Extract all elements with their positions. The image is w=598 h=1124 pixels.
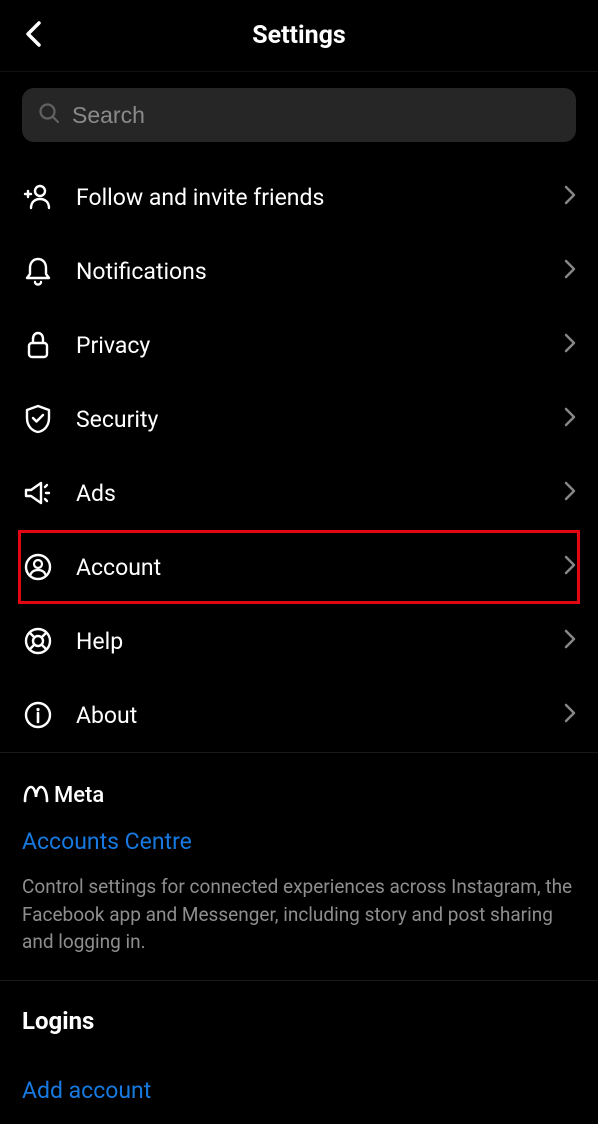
search-wrap	[0, 72, 598, 160]
search-input[interactable]	[72, 102, 560, 129]
search-box[interactable]	[22, 88, 576, 142]
chevron-right-icon	[564, 481, 576, 505]
lifebuoy-icon	[22, 626, 54, 656]
chevron-right-icon	[564, 185, 576, 209]
chevron-right-icon	[564, 703, 576, 727]
info-icon	[22, 700, 54, 730]
menu-label: Privacy	[76, 332, 564, 359]
menu-item-ads[interactable]: Ads	[0, 456, 598, 530]
menu-item-about[interactable]: About	[0, 678, 598, 752]
back-button[interactable]	[14, 16, 54, 56]
add-account-link[interactable]: Add account	[22, 1077, 576, 1104]
chevron-left-icon	[24, 20, 44, 52]
meta-brand-text: Meta	[54, 783, 104, 808]
chevron-right-icon	[564, 259, 576, 283]
menu-label: Account	[76, 554, 564, 581]
chevron-right-icon	[564, 407, 576, 431]
add-person-icon	[22, 182, 54, 212]
menu-label: Notifications	[76, 258, 564, 285]
menu-item-notifications[interactable]: Notifications	[0, 234, 598, 308]
bell-icon	[22, 256, 54, 286]
menu-label: Ads	[76, 480, 564, 507]
meta-logo: Meta	[22, 783, 576, 808]
menu-label: Help	[76, 628, 564, 655]
search-icon	[38, 102, 60, 128]
menu-item-help[interactable]: Help	[0, 604, 598, 678]
menu-item-account[interactable]: Account	[22, 533, 576, 601]
menu-item-security[interactable]: Security	[0, 382, 598, 456]
megaphone-icon	[22, 479, 54, 507]
chevron-right-icon	[564, 629, 576, 653]
chevron-right-icon	[564, 555, 576, 579]
accounts-centre-link[interactable]: Accounts Centre	[22, 828, 576, 855]
menu-label: About	[76, 702, 564, 729]
account-icon	[22, 552, 54, 582]
shield-check-icon	[22, 404, 54, 434]
header: Settings	[0, 0, 598, 72]
logins-section: Logins Add account	[0, 980, 598, 1124]
meta-section: Meta Accounts Centre Control settings fo…	[0, 752, 598, 980]
chevron-right-icon	[564, 333, 576, 357]
meta-icon	[22, 784, 50, 808]
menu-item-follow-invite[interactable]: Follow and invite friends	[0, 160, 598, 234]
menu-label: Security	[76, 406, 564, 433]
lock-icon	[22, 330, 54, 360]
page-title: Settings	[0, 21, 598, 50]
logins-title: Logins	[22, 1007, 576, 1035]
highlight-account: Account	[18, 530, 580, 604]
menu-item-privacy[interactable]: Privacy	[0, 308, 598, 382]
meta-description: Control settings for connected experienc…	[22, 873, 576, 956]
menu-label: Follow and invite friends	[76, 184, 564, 211]
